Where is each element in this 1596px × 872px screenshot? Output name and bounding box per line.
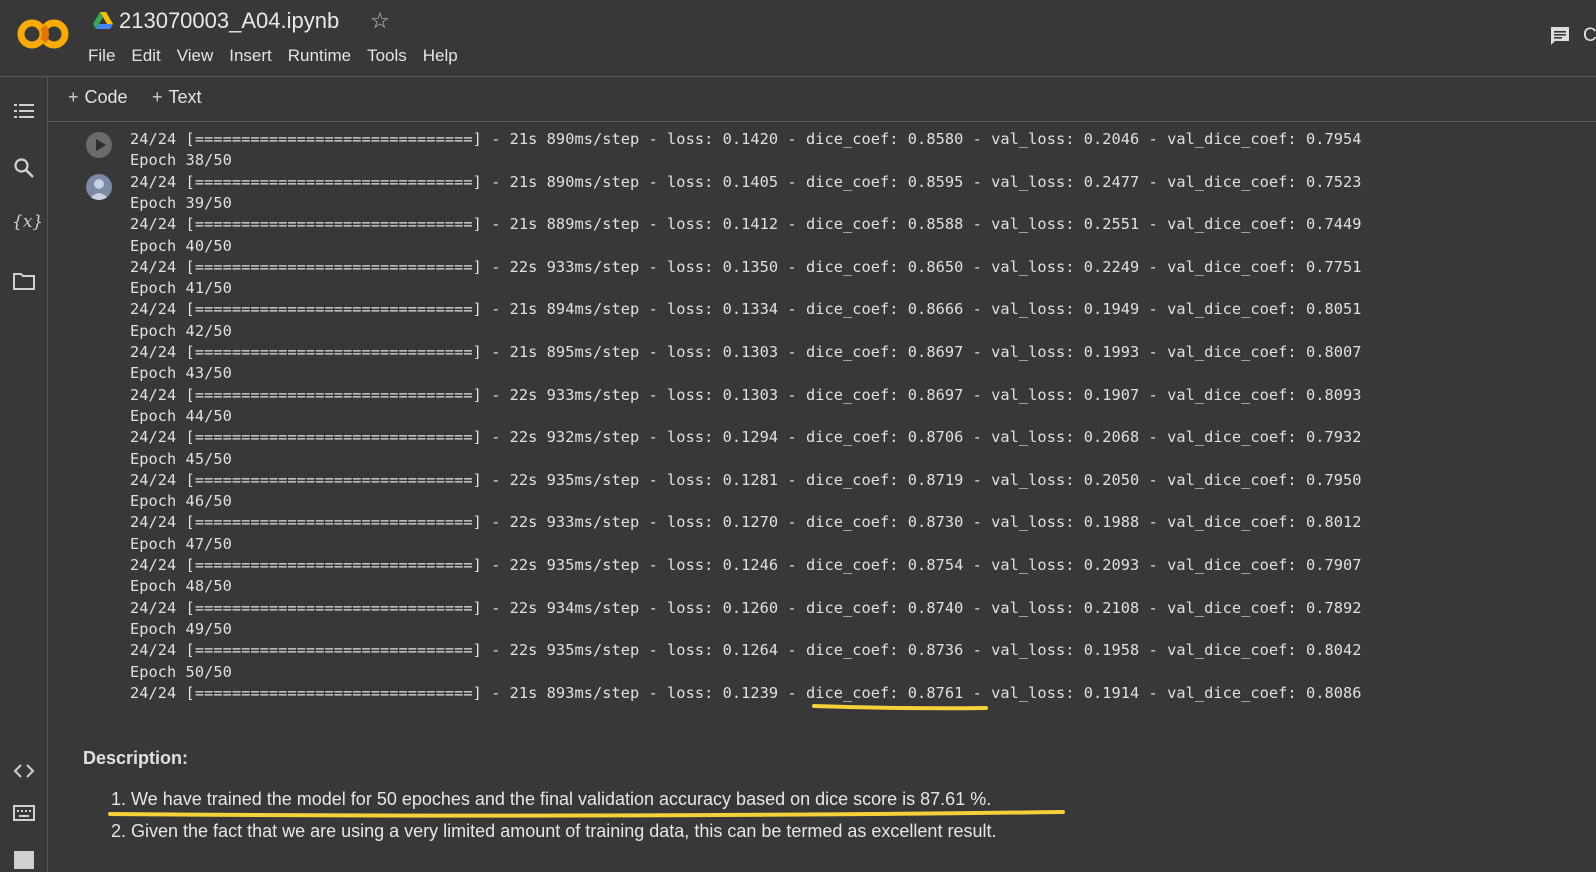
highlight-underline (812, 704, 988, 711)
epoch-line: Epoch 44/50 (130, 406, 232, 425)
folder-icon[interactable] (12, 269, 36, 293)
menu-runtime[interactable]: Runtime (288, 46, 351, 66)
code-snippets-icon[interactable] (12, 759, 36, 783)
highlight-underline (108, 810, 1065, 818)
menu-insert[interactable]: Insert (229, 46, 272, 66)
cell-toolbar: + Code + Text (48, 77, 1596, 122)
epoch-line: Epoch 43/50 (130, 364, 232, 383)
google-drive-icon (93, 12, 113, 29)
progress-line: 24/24 [==============================] -… (130, 257, 1362, 276)
menu-bar: File Edit View Insert Runtime Tools Help (88, 46, 474, 66)
epoch-line: Epoch 45/50 (130, 449, 232, 468)
star-icon[interactable]: ☆ (370, 8, 390, 34)
terminal-icon[interactable] (12, 847, 36, 871)
cell-output: Epoch 37/5024/24 [======================… (48, 122, 1596, 722)
plus-icon: + (152, 87, 163, 107)
progress-line: 24/24 [==============================] -… (130, 428, 1362, 447)
epoch-line: Epoch 50/50 (130, 662, 232, 681)
header: 213070003_A04.ipynb ☆ File Edit View Ins… (0, 0, 1596, 77)
progress-line: 24/24 [==============================] -… (130, 556, 1362, 574)
menu-tools[interactable]: Tools (367, 46, 407, 66)
comment-icon[interactable] (1549, 26, 1571, 46)
progress-line: 24/24 [==============================] -… (130, 598, 1362, 617)
search-icon[interactable] (12, 156, 36, 180)
description-item-1: 1. We have trained the model for 50 epoc… (111, 789, 992, 809)
add-text-label: Text (168, 87, 202, 107)
epoch-line: Epoch 40/50 (130, 236, 232, 255)
avatar (86, 174, 112, 200)
menu-help[interactable]: Help (423, 46, 458, 66)
command-palette-icon[interactable] (12, 801, 36, 825)
left-sidebar: {x} (0, 77, 48, 872)
progress-line: 24/24 [==============================] -… (130, 683, 1362, 702)
description-item-2: 2. Given the fact that we are using a ve… (111, 821, 997, 841)
add-code-cell-button[interactable]: + Code (68, 87, 128, 108)
epoch-line: Epoch 41/50 (130, 279, 232, 298)
plus-icon: + (68, 87, 79, 107)
progress-line: 24/24 [==============================] -… (130, 300, 1362, 319)
description-heading: Description: (83, 748, 189, 768)
progress-line: 24/24 [==============================] -… (130, 641, 1362, 660)
variables-icon[interactable]: {x} (12, 212, 43, 236)
run-cell-button[interactable] (86, 132, 112, 158)
progress-line: 24/24 [==============================] -… (130, 130, 1362, 148)
add-text-cell-button[interactable]: + Text (152, 87, 202, 108)
menu-edit[interactable]: Edit (131, 46, 160, 66)
progress-line: 24/24 [==============================] -… (130, 385, 1362, 404)
epoch-line: Epoch 49/50 (130, 619, 232, 638)
table-of-contents-icon[interactable] (12, 99, 36, 123)
epoch-line: Epoch 38/50 (130, 151, 232, 170)
menu-file[interactable]: File (88, 46, 115, 66)
progress-line: 24/24 [==============================] -… (130, 215, 1362, 234)
menu-view[interactable]: View (177, 46, 214, 66)
epoch-line: Epoch 47/50 (130, 534, 232, 553)
epoch-line: Epoch 48/50 (130, 577, 232, 596)
epoch-line: Epoch 39/50 (130, 193, 232, 212)
progress-line: 24/24 [==============================] -… (130, 470, 1362, 489)
progress-line: 24/24 [==============================] -… (130, 513, 1362, 532)
colab-logo[interactable] (16, 14, 70, 54)
epoch-line: Epoch 46/50 (130, 492, 232, 511)
progress-line: 24/24 [==============================] -… (130, 343, 1362, 361)
header-right-text[interactable]: C (1583, 25, 1596, 47)
progress-line: 24/24 [==============================] -… (130, 172, 1362, 191)
epoch-line: Epoch 42/50 (130, 321, 232, 340)
notebook-title[interactable]: 213070003_A04.ipynb (119, 8, 339, 34)
add-code-label: Code (84, 87, 128, 107)
